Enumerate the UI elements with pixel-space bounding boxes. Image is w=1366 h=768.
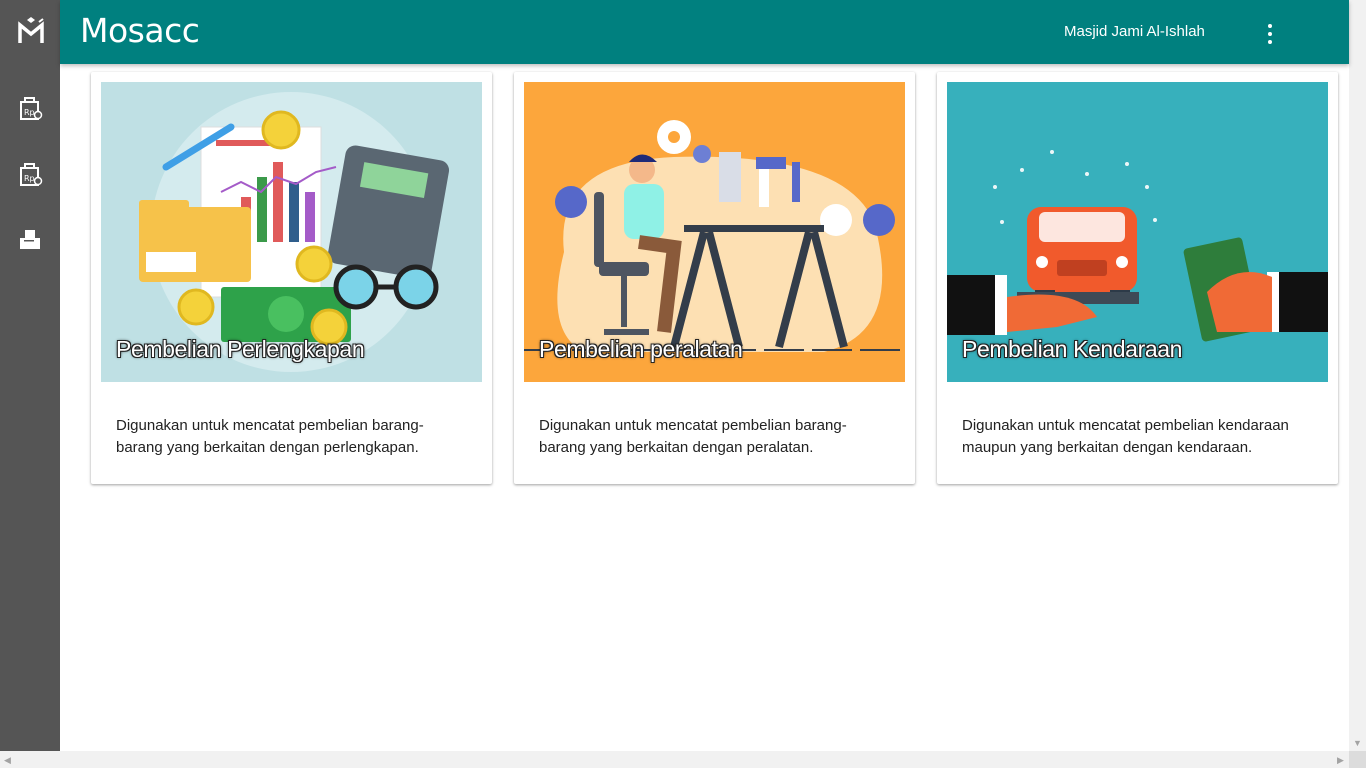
main-content: Pembelian Perlengkapan Digunakan untuk m… bbox=[60, 64, 1349, 751]
card-title: Pembelian Perlengkapan bbox=[116, 336, 365, 362]
horizontal-scrollbar[interactable]: ◀ ▶ bbox=[0, 751, 1349, 768]
svg-text:Rp: Rp bbox=[24, 174, 35, 183]
sidebar-item-print[interactable] bbox=[16, 226, 44, 254]
card-pembelian-perlengkapan[interactable]: Pembelian Perlengkapan Digunakan untuk m… bbox=[91, 72, 492, 484]
card-description: Digunakan untuk mencatat pembelian baran… bbox=[539, 417, 847, 456]
scroll-right-icon[interactable]: ▶ bbox=[1337, 755, 1344, 765]
card-pembelian-peralatan[interactable]: Pembelian peralatan Digunakan untuk menc… bbox=[514, 72, 915, 484]
organization-name[interactable]: Masjid Jami Al-Ishlah bbox=[1064, 23, 1205, 40]
app-bar: Mosacc Masjid Jami Al-Ishlah bbox=[60, 0, 1349, 64]
printer-icon bbox=[20, 230, 40, 249]
card-description: Digunakan untuk mencatat pembelian kenda… bbox=[962, 417, 1289, 456]
card-image: Pembelian Kendaraan bbox=[947, 82, 1328, 382]
card-title: Pembelian peralatan bbox=[539, 336, 743, 362]
scrollbar-corner bbox=[1349, 751, 1366, 768]
card-description: Digunakan untuk mencatat pembelian baran… bbox=[116, 417, 424, 456]
more-vert-icon bbox=[1258, 24, 1282, 44]
card-image: Pembelian peralatan bbox=[524, 82, 905, 382]
svg-text:Rp: Rp bbox=[24, 108, 35, 117]
scroll-left-icon[interactable]: ◀ bbox=[4, 755, 11, 765]
sidebar-item-receipt-2[interactable]: Rp bbox=[16, 161, 44, 189]
scroll-down-icon[interactable]: ▼ bbox=[1353, 738, 1362, 748]
app-title: Mosacc bbox=[80, 11, 200, 50]
card-title: Pembelian Kendaraan bbox=[962, 336, 1183, 362]
app-logo-icon[interactable] bbox=[17, 16, 45, 46]
card-image: Pembelian Perlengkapan bbox=[101, 82, 482, 382]
card-pembelian-kendaraan[interactable]: Pembelian Kendaraan Digunakan untuk menc… bbox=[937, 72, 1338, 484]
more-menu-button[interactable] bbox=[1258, 17, 1282, 47]
receipt-icon: Rp bbox=[20, 97, 43, 120]
sidebar: Rp Rp bbox=[0, 0, 60, 751]
sidebar-item-receipt-1[interactable]: Rp bbox=[16, 95, 44, 123]
receipt-icon: Rp bbox=[20, 163, 43, 186]
vertical-scrollbar[interactable]: ▼ bbox=[1349, 0, 1366, 751]
